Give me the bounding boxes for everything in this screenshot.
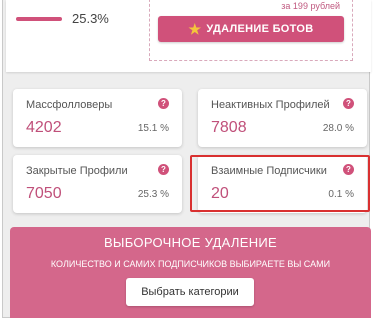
- bot-removal-offer: за 199 рублей ★ УДАЛЕНИЕ БОТОВ: [149, 0, 353, 61]
- stat-card-inactive[interactable]: Неактивных Профилей ? 7808 28.0 %: [198, 89, 367, 147]
- stat-value: 4202: [26, 119, 62, 136]
- stat-percent: 28.0 %: [322, 123, 354, 134]
- stat-label: Неактивных Профилей: [211, 99, 330, 111]
- highlight-box: [190, 155, 370, 212]
- progress-percent: 25.3%: [72, 11, 109, 26]
- stat-value: 7050: [26, 185, 62, 202]
- stat-value: 7808: [211, 119, 247, 136]
- selective-removal-panel: ВЫБОРОЧНОЕ УДАЛЕНИЕ КОЛИЧЕСТВО И САМИХ П…: [10, 227, 371, 318]
- stat-label: Закрытые Профили: [26, 165, 128, 177]
- help-icon[interactable]: ?: [158, 164, 169, 175]
- stat-card-private[interactable]: Закрытые Профили ? 7050 25.3 %: [13, 155, 182, 213]
- help-icon[interactable]: ?: [158, 98, 169, 109]
- stat-percent: 25.3 %: [137, 189, 169, 200]
- bot-removal-label: УДАЛЕНИЕ БОТОВ: [206, 23, 314, 35]
- select-categories-button[interactable]: Выбрать категории: [126, 278, 254, 306]
- progress-bar: [16, 17, 62, 21]
- stat-label: Массфолловеры: [26, 99, 113, 111]
- selective-removal-title: ВЫБОРОЧНОЕ УДАЛЕНИЕ: [103, 235, 278, 250]
- app-frame: 25.3% за 199 рублей ★ УДАЛЕНИЕ БОТОВ Мас…: [2, 0, 371, 318]
- star-icon: ★: [188, 21, 202, 37]
- bot-removal-button[interactable]: ★ УДАЛЕНИЕ БОТОВ: [158, 16, 344, 42]
- stat-percent: 15.1 %: [137, 123, 169, 134]
- stat-card-massfollowers[interactable]: Массфолловеры ? 4202 15.1 %: [13, 89, 182, 147]
- help-icon[interactable]: ?: [343, 98, 354, 109]
- selective-removal-subtitle: КОЛИЧЕСТВО И САМИХ ПОДПИСЧИКОВ ВЫБИРАЕТЕ…: [50, 259, 331, 269]
- top-section: 25.3% за 199 рублей ★ УДАЛЕНИЕ БОТОВ: [6, 0, 371, 72]
- price-note: за 199 рублей: [281, 1, 340, 11]
